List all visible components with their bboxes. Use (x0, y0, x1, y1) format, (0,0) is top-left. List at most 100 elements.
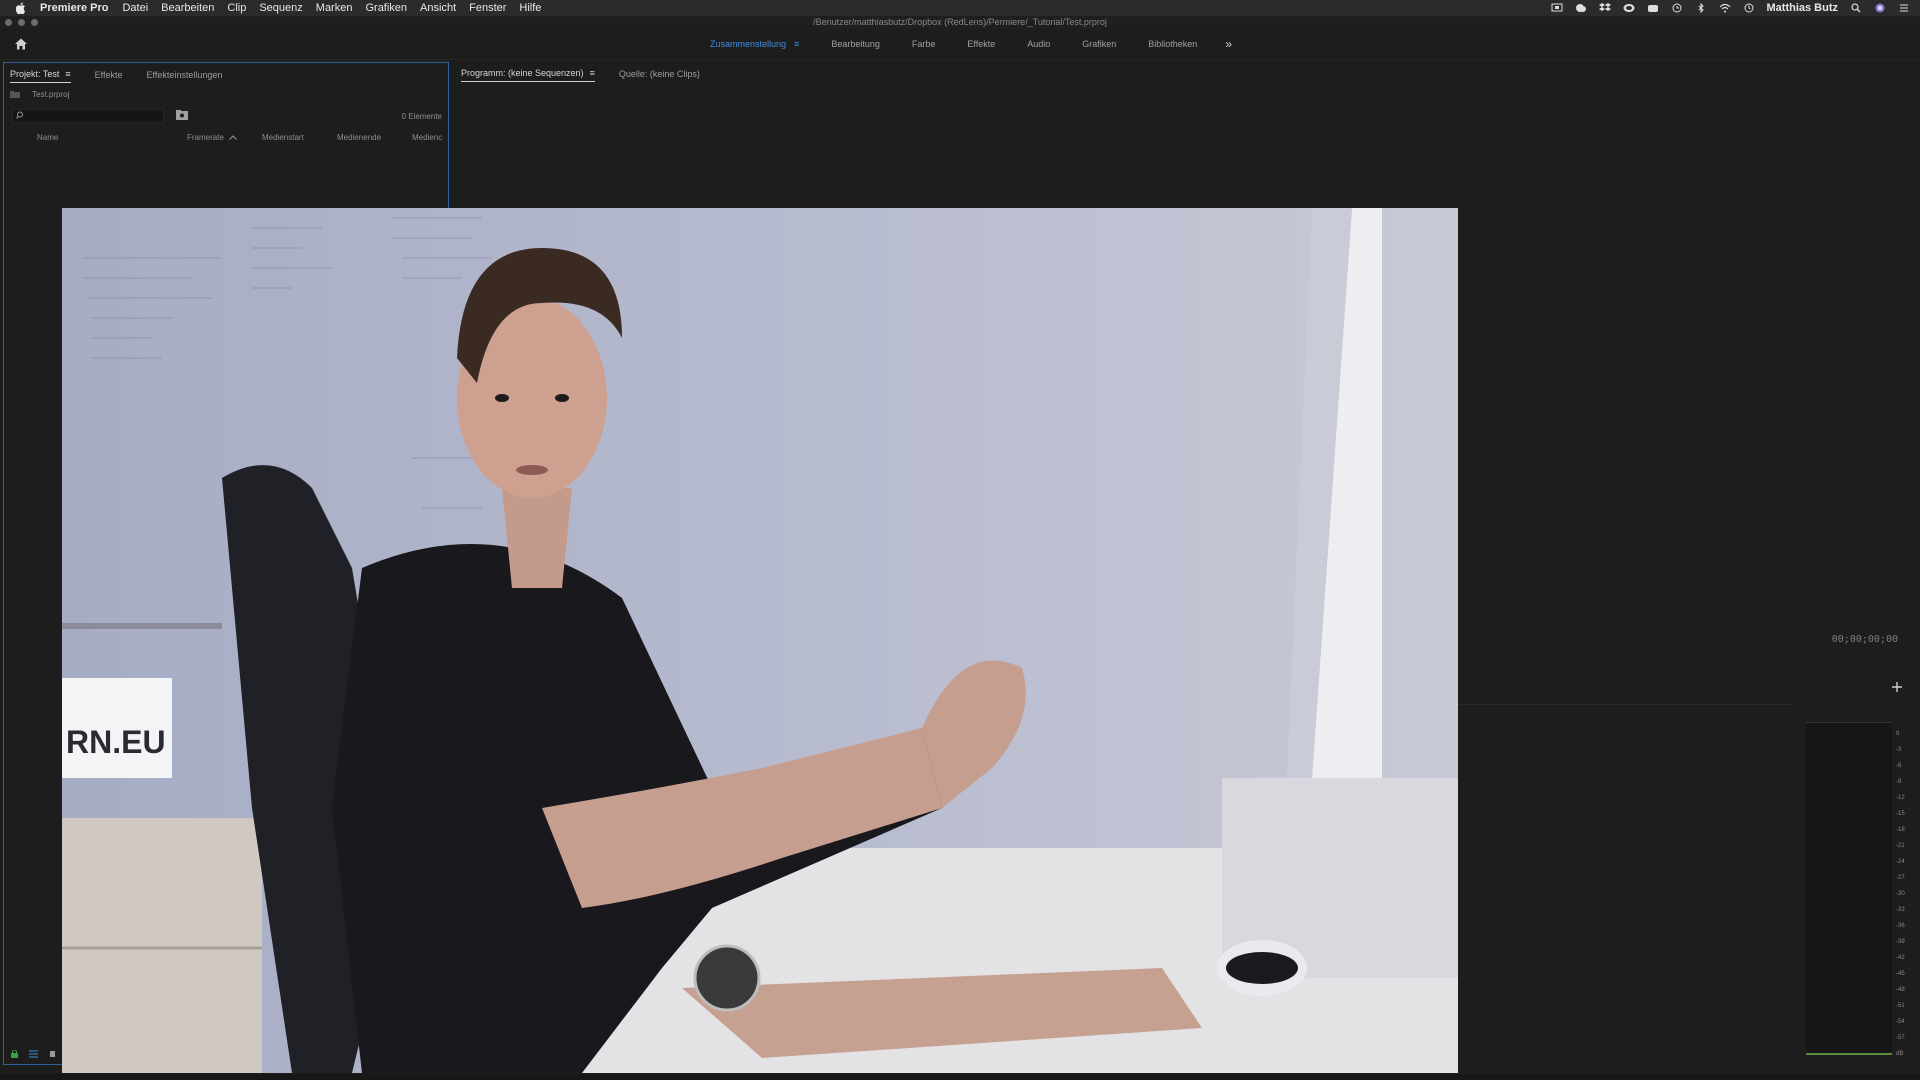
time-machine-icon[interactable] (1671, 3, 1683, 13)
icon-view-icon[interactable] (48, 1050, 57, 1058)
search-icon (16, 111, 25, 120)
tab-effekteinstellungen[interactable]: Effekteinstellungen (146, 69, 222, 83)
menu-clip[interactable]: Clip (227, 2, 246, 14)
workspace-tab-grafiken[interactable]: Grafiken (1082, 39, 1116, 49)
tab-programm[interactable]: Programm: (keine Sequenzen) ≡ (461, 68, 595, 82)
project-search-box[interactable] (12, 109, 164, 123)
meter-scale-label: -54 (1896, 1019, 1905, 1025)
project-panel-tabs: Projekt: Test ≡ Effekte Effekteinstellun… (10, 69, 246, 83)
meter-scale-label: -30 (1896, 891, 1905, 897)
meter-scale-label: -48 (1896, 987, 1905, 993)
item-count: 0 Elemente (401, 112, 442, 121)
cloud-icon[interactable] (1575, 3, 1587, 13)
meter-scale-label: -39 (1896, 939, 1905, 945)
spotlight-search-icon[interactable] (1850, 3, 1862, 13)
new-search-bin-icon[interactable] (176, 110, 188, 120)
presenter-video-image: RN.EU (62, 208, 1458, 1073)
creative-cloud-icon[interactable] (1623, 3, 1635, 13)
column-name[interactable]: Name (37, 133, 58, 142)
sync-icon[interactable] (1647, 3, 1659, 13)
tab-programm-label: Programm: (keine Sequenzen) (461, 68, 584, 78)
monitor-panel-tabs: Programm: (keine Sequenzen) ≡ Quelle: (k… (461, 68, 724, 82)
project-bin-icon (10, 91, 20, 98)
notification-center-icon[interactable] (1898, 3, 1910, 13)
menu-hilfe[interactable]: Hilfe (519, 2, 541, 14)
sort-ascending-icon (229, 133, 237, 142)
user-name[interactable]: Matthias Butz (1767, 2, 1839, 14)
document-path: /Benutzer/matthiasbutz/Dropbox (RedLens)… (813, 17, 1107, 27)
meter-scale-label: -6 (1896, 763, 1902, 769)
audio-meter (1806, 722, 1892, 1055)
meter-scale-label: 0 (1896, 731, 1900, 737)
project-file-name: Test.prproj (32, 90, 70, 99)
workspace-tab-bearbeitung[interactable]: Bearbeitung (831, 39, 880, 49)
presenter-video-overlay: RN.EU (62, 208, 1458, 1073)
workspace-tab-zusammenstellung[interactable]: Zusammenstellung ≡ (710, 39, 799, 49)
menu-ansicht[interactable]: Ansicht (420, 2, 456, 14)
lock-icon[interactable] (10, 1049, 19, 1058)
meter-scale-label: -36 (1896, 923, 1905, 929)
meter-scale-label: dB (1896, 1051, 1904, 1057)
column-medienc[interactable]: Medienc (412, 133, 442, 142)
menu-sequenz[interactable]: Sequenz (259, 2, 302, 14)
menu-datei[interactable]: Datei (122, 2, 148, 14)
panel-menu-icon[interactable]: ≡ (590, 68, 595, 78)
meter-scale-label: -51 (1896, 1003, 1905, 1009)
menu-grafiken[interactable]: Grafiken (365, 2, 407, 14)
wifi-icon[interactable] (1719, 3, 1731, 13)
workspace-tab-effekte[interactable]: Effekte (967, 39, 995, 49)
sign-text: RN.EU (66, 724, 166, 760)
column-medienstart[interactable]: Medienstart (262, 133, 304, 142)
meter-scale-label: -9 (1896, 779, 1902, 785)
bluetooth-icon[interactable] (1695, 3, 1707, 13)
menu-bearbeiten[interactable]: Bearbeiten (161, 2, 214, 14)
workspace-tab-audio[interactable]: Audio (1027, 39, 1050, 49)
panel-menu-icon[interactable]: ≡ (794, 39, 799, 49)
siri-icon[interactable] (1874, 3, 1886, 13)
list-view-icon[interactable] (29, 1050, 38, 1058)
project-footer-toolbar (10, 1049, 57, 1058)
meter-scale-label: -42 (1896, 955, 1905, 961)
meter-scale-label: -12 (1896, 795, 1905, 801)
dropbox-icon[interactable] (1598, 3, 1611, 13)
app-name-menu[interactable]: Premiere Pro (40, 2, 108, 14)
timeline-panel (1458, 704, 1794, 1057)
audio-meter-scale: 0 -3 -6 -9 -12 -15 -18 -21 -24 -27 -30 -… (1896, 726, 1914, 1057)
tab-projekt[interactable]: Projekt: Test ≡ (10, 69, 71, 83)
meter-scale-label: -15 (1896, 811, 1905, 817)
meter-scale-label: -24 (1896, 859, 1905, 865)
audio-meter-baseline (1806, 1053, 1892, 1055)
tab-projekt-label: Projekt: Test (10, 69, 60, 79)
workspace-tab-bibliotheken[interactable]: Bibliotheken (1148, 39, 1197, 49)
audio-meter-bar (1806, 722, 1892, 1055)
plus-icon[interactable] (1892, 682, 1902, 692)
bottom-status-strip (0, 1074, 1920, 1080)
meter-scale-label: -27 (1896, 875, 1905, 881)
workspace-bar: Zusammenstellung ≡ Bearbeitung Farbe Eff… (0, 29, 1920, 60)
menu-marken[interactable]: Marken (316, 2, 353, 14)
column-framerate[interactable]: Framerate (187, 133, 237, 142)
column-medienende[interactable]: Medienende (337, 133, 381, 142)
meter-scale-label: -3 (1896, 747, 1902, 753)
meter-scale-label: -18 (1896, 827, 1905, 833)
apple-icon[interactable] (16, 2, 30, 14)
column-framerate-label: Framerate (187, 133, 224, 142)
program-timecode[interactable]: 00;00;00;00 (1832, 634, 1898, 645)
project-search-input[interactable] (29, 110, 159, 122)
window-title-bar: /Benutzer/matthiasbutz/Dropbox (RedLens)… (0, 16, 1920, 29)
workspace-tab-label: Zusammenstellung (710, 39, 787, 49)
panel-menu-icon[interactable]: ≡ (65, 69, 70, 79)
meter-scale-label: -21 (1896, 843, 1905, 849)
screen-icon[interactable] (1551, 3, 1563, 13)
workspace-overflow-button[interactable]: » (1225, 37, 1232, 51)
meter-scale-label: -33 (1896, 907, 1905, 913)
menu-bar: Premiere Pro Datei Bearbeiten Clip Seque… (0, 0, 1920, 16)
tab-quelle[interactable]: Quelle: (keine Clips) (619, 68, 700, 82)
meter-scale-label: -57 (1896, 1035, 1905, 1041)
tab-effekte[interactable]: Effekte (95, 69, 123, 83)
workspace-tab-farbe[interactable]: Farbe (912, 39, 936, 49)
menu-fenster[interactable]: Fenster (469, 2, 506, 14)
clock-icon[interactable] (1743, 3, 1755, 13)
home-icon[interactable] (14, 37, 28, 51)
meter-scale-label: -45 (1896, 971, 1905, 977)
